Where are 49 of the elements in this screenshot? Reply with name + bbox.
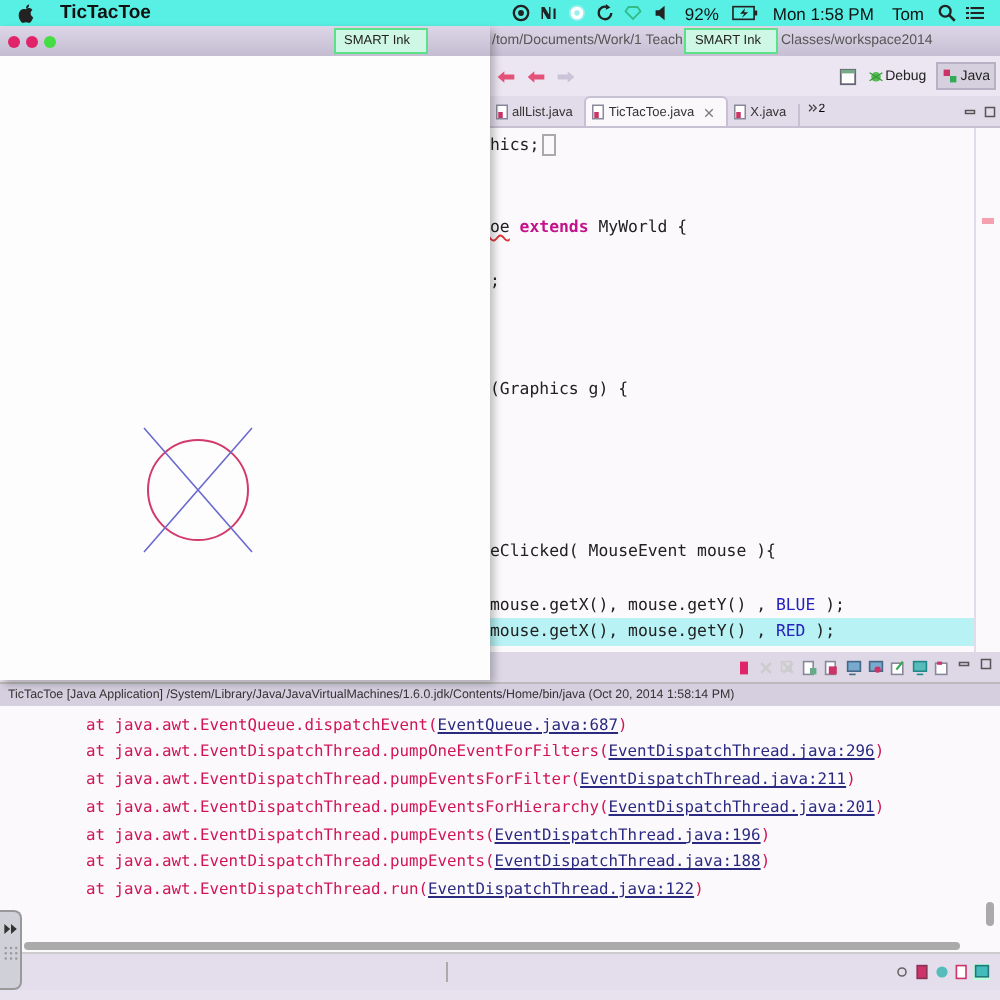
pin-console-icon[interactable]: [868, 659, 884, 675]
perspective-icon[interactable]: [837, 67, 858, 85]
minimize-icon[interactable]: [958, 657, 970, 669]
code-line: hics;: [490, 132, 540, 158]
speaker-icon[interactable]: [652, 4, 671, 22]
sync-icon[interactable]: [596, 4, 615, 22]
java-file-icon: [496, 104, 508, 120]
scrollbar-thumb[interactable]: [986, 901, 994, 925]
apple-icon[interactable]: [18, 3, 34, 23]
code-editor[interactable]: hics; oe extends MyWorld { ; (Graphics g) { eClicked( MouseEvent mouse ){ mouse.getX(), mouse.getY() , BLUE ); mouse.getX(), mouse.getY() , RED );: [490, 128, 1000, 652]
minimize-icon[interactable]: [964, 106, 976, 118]
menu-clock[interactable]: Mon 1:58 PM: [772, 3, 874, 23]
side-drawer-tab[interactable]: [0, 910, 22, 990]
scroll-lock-icon[interactable]: [824, 659, 840, 675]
monitor-icon[interactable]: [974, 964, 990, 981]
link-icon[interactable]: [894, 964, 910, 981]
maximize-icon[interactable]: [984, 106, 996, 118]
java-file-icon: [734, 104, 747, 120]
search-icon[interactable]: [938, 4, 956, 22]
target-icon[interactable]: [512, 4, 531, 22]
error-marker[interactable]: [982, 218, 994, 224]
java-file-icon: [592, 104, 605, 120]
grip-icon: [3, 946, 17, 964]
close-window-button[interactable]: [8, 35, 20, 47]
code-line: (Graphics g) {: [490, 375, 629, 402]
circle-and-cross-drawing: [142, 426, 254, 554]
user-name[interactable]: Tom: [891, 3, 924, 23]
new-console-icon[interactable]: [934, 659, 950, 675]
notification-icon[interactable]: [540, 4, 559, 22]
code-line: eClicked( MouseEvent mouse ){: [490, 537, 776, 563]
list-icon[interactable]: [966, 4, 984, 22]
battery-percentage: 92%: [684, 3, 719, 23]
code-line: ;: [490, 267, 500, 293]
scrollbar-thumb[interactable]: [24, 941, 960, 949]
server-icon[interactable]: [914, 964, 930, 981]
minimize-window-button[interactable]: [26, 35, 38, 47]
display-console-icon[interactable]: [912, 659, 928, 675]
close-icon[interactable]: [704, 107, 715, 117]
terminate-icon[interactable]: [736, 659, 752, 675]
app-menu-title[interactable]: TicTacToe: [60, 2, 151, 24]
open-console-icon[interactable]: [890, 659, 906, 675]
document-icon[interactable]: [954, 964, 970, 981]
word-wrap-icon[interactable]: [846, 659, 862, 675]
battery-icon[interactable]: [732, 4, 759, 22]
code-line: oe extends MyWorld {: [490, 213, 688, 240]
maximize-icon[interactable]: [980, 657, 992, 669]
chevron-icon: [808, 104, 819, 112]
clear-console-icon[interactable]: [802, 659, 818, 675]
code-line: mouse.getX(), mouse.getY() , BLUE );: [490, 591, 845, 618]
